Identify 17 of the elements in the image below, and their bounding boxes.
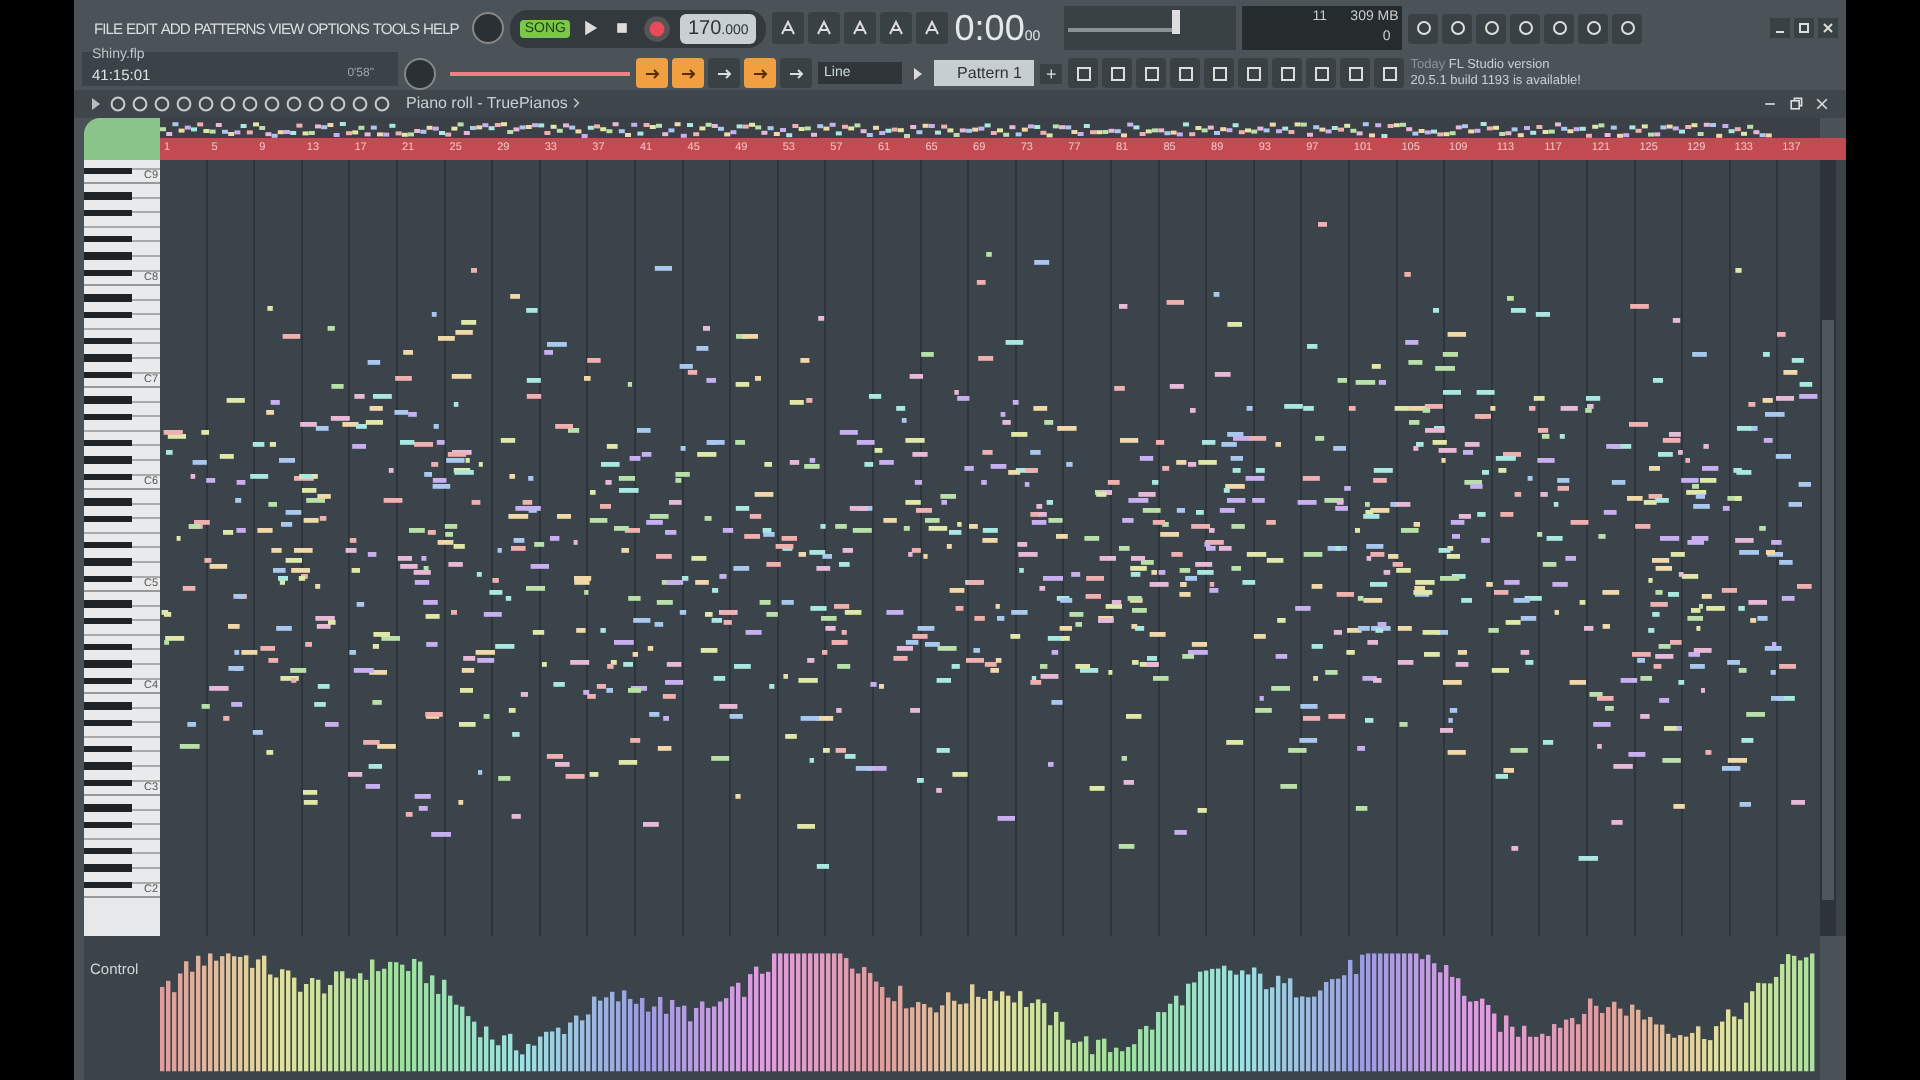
restore-icon[interactable] <box>1788 95 1804 112</box>
minimize-icon[interactable] <box>1770 18 1790 38</box>
volume-knob[interactable] <box>472 12 505 44</box>
velocity-bars-drawing[interactable] <box>160 953 1815 1072</box>
zoom-corner[interactable] <box>84 117 160 160</box>
pitch-knob[interactable] <box>404 57 436 89</box>
add-pattern-button[interactable]: + <box>1040 63 1063 83</box>
close-icon[interactable] <box>1814 95 1830 112</box>
maximize-icon[interactable] <box>1794 18 1814 38</box>
pattern-selector[interactable]: Pattern 1 <box>934 60 1034 86</box>
song-overview-drawing[interactable] <box>160 121 1772 138</box>
note-blocks-drawing[interactable] <box>161 222 1818 869</box>
close-icon[interactable] <box>1818 18 1838 38</box>
piano-roll-title: Piano roll - TruePianos <box>406 94 568 113</box>
master-sliders[interactable] <box>1064 6 1237 50</box>
vertical-scrollbar[interactable] <box>1820 160 1836 936</box>
chevron-icon <box>569 96 584 111</box>
